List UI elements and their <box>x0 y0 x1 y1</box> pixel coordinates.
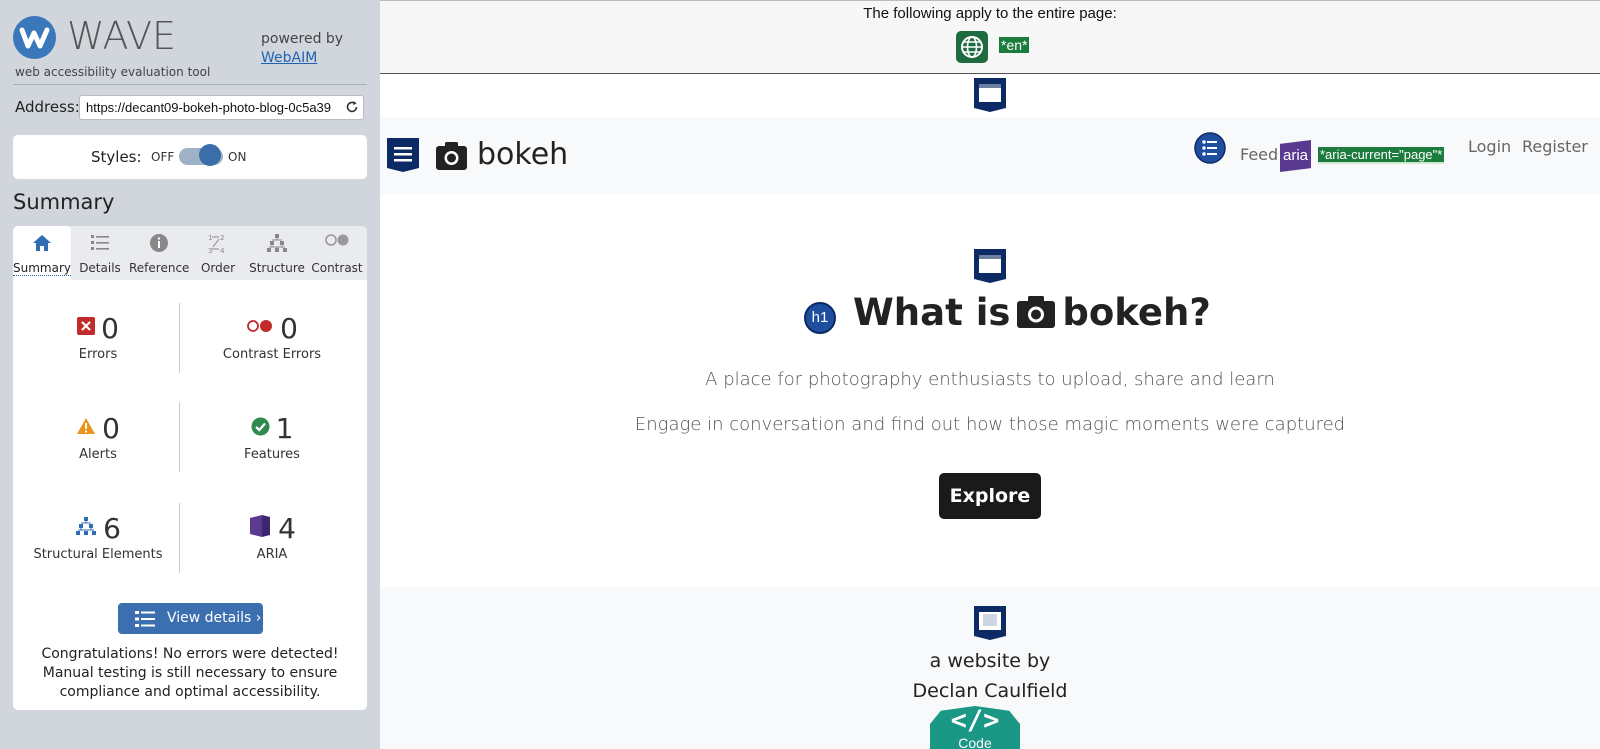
aria-label: ARIA <box>256 547 288 562</box>
wave-logo-text: WAVE <box>67 14 177 58</box>
address-input[interactable]: https://decant09-bokeh-photo-blog-0c5a39 <box>79 95 364 120</box>
code-badge[interactable]: </> Code <box>930 706 1020 749</box>
explore-button[interactable]: Explore <box>939 473 1041 519</box>
tab-label: Structure <box>249 261 305 275</box>
stat-aria[interactable]: 4 ARIA <box>187 512 357 562</box>
aria-current-badge: *aria-current="page"* <box>1318 147 1445 164</box>
nav-register-link[interactable]: Register <box>1522 137 1588 156</box>
error-icon <box>77 317 96 335</box>
code-label: Code <box>958 735 992 749</box>
structural-count: 6 <box>103 512 121 545</box>
stat-contrast-errors[interactable]: 0 Contrast Errors <box>187 312 357 362</box>
webaim-link[interactable]: WebAIM <box>261 50 317 66</box>
divider <box>13 84 367 85</box>
tab-order[interactable]: 1234 Order <box>189 226 247 280</box>
nav-login-link[interactable]: Login <box>1468 137 1511 156</box>
tab-label: Summary <box>13 261 71 276</box>
hero-tagline: A place for photography enthusiasts to u… <box>705 369 1275 390</box>
h1-badge[interactable]: h1 <box>804 302 836 334</box>
footer-byline: a website by <box>929 650 1051 672</box>
banner-text: The following apply to the entire page: <box>863 5 1117 22</box>
stat-alerts[interactable]: 0 Alerts <box>13 412 183 462</box>
stat-errors[interactable]: 0 Errors <box>13 312 183 362</box>
contrast-errors-label: Contrast Errors <box>222 347 322 362</box>
summary-panel: 0 Errors 0 Contrast Errors 0 Alerts 1 Fe… <box>13 280 367 710</box>
svg-text:4: 4 <box>220 247 225 255</box>
aria-icon <box>250 515 271 537</box>
aria-count: 4 <box>278 512 296 545</box>
info-icon <box>150 234 168 252</box>
tab-structure[interactable]: Structure <box>247 226 307 280</box>
list-icon[interactable] <box>1194 132 1226 164</box>
styles-off-label: OFF <box>151 150 175 164</box>
camera-icon <box>1017 296 1056 328</box>
address-label: Address: <box>15 98 80 116</box>
stat-structural-elements[interactable]: 6 Structural Elements <box>13 512 183 562</box>
hero-heading-start: What is <box>853 291 1011 334</box>
panel-tabs: Summary Details Reference 1234 Order Str… <box>13 226 367 280</box>
tab-summary[interactable]: Summary <box>13 226 71 280</box>
styles-on-label: ON <box>228 150 247 164</box>
header-region-icon[interactable] <box>973 77 1007 113</box>
hero-heading-end: bokeh? <box>1062 291 1211 334</box>
navigation-region-icon[interactable] <box>386 137 420 173</box>
language-badge: *en* <box>999 37 1030 53</box>
contrast-error-icon <box>247 320 273 332</box>
reload-icon[interactable] <box>345 100 359 114</box>
camera-icon <box>436 142 467 170</box>
footer-region-icon[interactable] <box>973 605 1007 641</box>
footer-author: Declan Caulfield <box>912 680 1068 702</box>
nav-feed-link[interactable]: Feed <box>1240 145 1278 164</box>
styles-toggle-knob[interactable] <box>199 144 221 166</box>
code-symbol: </> <box>950 705 1000 736</box>
summary-heading: Summary <box>13 190 115 214</box>
language-globe-icon[interactable] <box>956 31 988 63</box>
main-region-icon[interactable] <box>973 248 1007 284</box>
page-level-banner: The following apply to the entire page: … <box>380 0 1600 74</box>
tab-reference[interactable]: Reference <box>129 226 189 280</box>
powered-by-label: powered by <box>261 31 344 47</box>
wave-logo-subtitle: web accessibility evaluation tool <box>15 65 211 79</box>
view-details-button[interactable]: View details › <box>118 603 263 634</box>
features-label: Features <box>244 447 300 462</box>
tab-label: Details <box>79 261 121 275</box>
congratulations-message: Congratulations! No errors were detected… <box>41 646 339 700</box>
structure-icon <box>76 517 97 535</box>
svg-text:3: 3 <box>208 247 212 255</box>
structure-icon <box>267 234 287 252</box>
feature-icon <box>251 417 270 435</box>
contrast-errors-count: 0 <box>280 312 298 345</box>
alerts-count: 0 <box>102 412 120 445</box>
contrast-icon <box>325 234 349 246</box>
errors-label: Errors <box>78 347 118 362</box>
home-icon <box>33 235 51 251</box>
alert-icon <box>77 418 96 434</box>
aria-badge[interactable]: aria <box>1280 140 1311 172</box>
features-count: 1 <box>275 412 294 445</box>
tab-label: Reference <box>129 261 190 275</box>
structural-label: Structural Elements <box>33 547 163 562</box>
tab-contrast[interactable]: Contrast <box>307 226 367 280</box>
page-preview: The following apply to the entire page: … <box>380 0 1600 749</box>
details-list-icon <box>135 611 155 627</box>
hero-heading: What is bokeh? <box>853 291 1211 334</box>
svg-text:1: 1 <box>208 234 212 242</box>
alerts-label: Alerts <box>79 447 117 462</box>
tab-details[interactable]: Details <box>71 226 129 280</box>
hero-description: Engage in conversation and find out how … <box>634 414 1346 435</box>
stat-features[interactable]: 1 Features <box>187 412 357 462</box>
wave-sidebar: WAVE web accessibility evaluation tool p… <box>0 0 380 749</box>
wave-logo-icon <box>13 16 56 59</box>
tab-label: Order <box>200 261 236 275</box>
tab-label: Contrast <box>311 261 363 275</box>
details-list-icon <box>91 235 109 250</box>
view-details-label: View details › <box>167 610 262 626</box>
errors-count: 0 <box>101 312 119 345</box>
styles-toggle-panel: Styles: OFF ON <box>13 135 367 179</box>
brand-name[interactable]: bokeh <box>477 137 568 172</box>
styles-label: Styles: <box>91 148 142 166</box>
svg-text:2: 2 <box>220 234 224 242</box>
order-icon: 1 23 4 <box>208 234 225 255</box>
